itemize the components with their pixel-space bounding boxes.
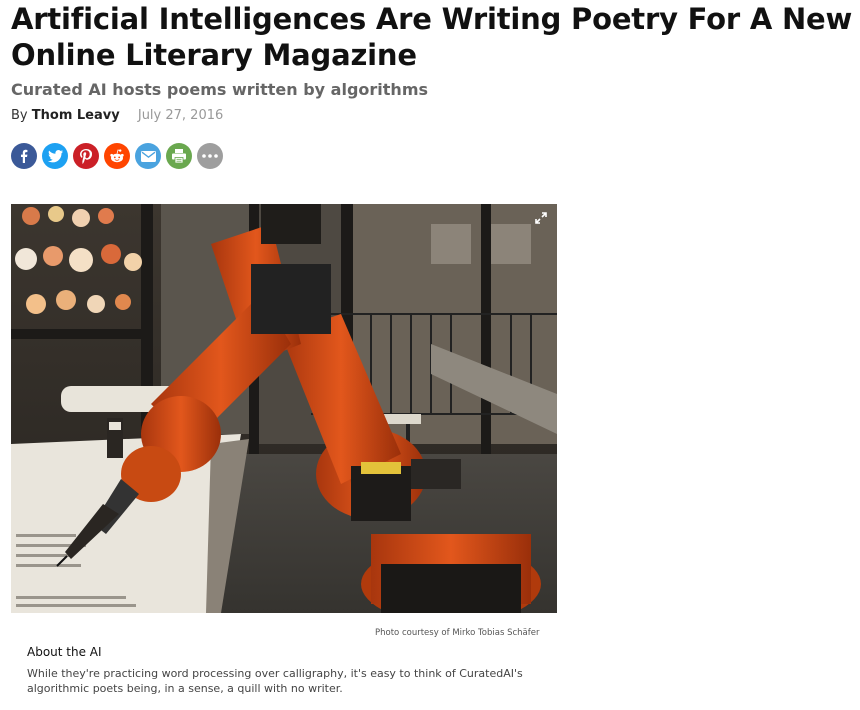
article-headline: Artificial Intelligences Are Writing Poe…	[11, 2, 853, 72]
twitter-icon	[47, 149, 63, 162]
email-icon	[140, 150, 156, 162]
byline-prefix: By	[11, 108, 28, 123]
email-share-button[interactable]	[135, 143, 161, 169]
caption-title: About the AI	[27, 645, 102, 659]
byline: By Thom Leavy July 27, 2016	[11, 107, 223, 125]
author-link[interactable]: Thom Leavy	[32, 108, 120, 123]
print-icon	[172, 149, 186, 163]
reddit-icon	[110, 149, 124, 163]
robot-arm-photo	[11, 204, 557, 613]
share-bar	[11, 143, 223, 169]
photo-credit: Photo courtesy of Mirko Tobias Schäfer	[375, 628, 540, 638]
twitter-share-button[interactable]	[42, 143, 68, 169]
article-subheadline: Curated AI hosts poems written by algori…	[11, 80, 429, 99]
more-share-button[interactable]	[197, 143, 223, 169]
facebook-icon	[21, 149, 28, 163]
article-photo[interactable]	[11, 204, 557, 613]
publish-date: July 27, 2016	[137, 108, 224, 123]
more-icon	[202, 154, 218, 158]
pinterest-share-button[interactable]	[73, 143, 99, 169]
pinterest-icon	[80, 148, 92, 164]
reddit-share-button[interactable]	[104, 143, 130, 169]
print-share-button[interactable]	[166, 143, 192, 169]
facebook-share-button[interactable]	[11, 143, 37, 169]
caption-text: While they're practicing word processing…	[27, 667, 523, 695]
expand-icon[interactable]	[535, 212, 547, 224]
